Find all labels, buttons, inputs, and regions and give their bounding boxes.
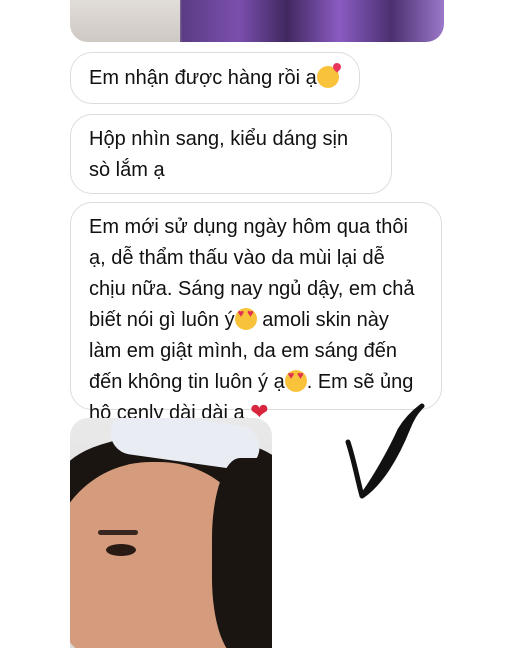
message-fragment: đến không tin luôn ý ạ	[89, 371, 285, 393]
message-line: đến không tin luôn ý ạ . Em sẽ ủng	[89, 367, 423, 398]
message-text: Hộp nhìn sang, kiểu dáng sịn sò lắm ạ	[89, 128, 349, 181]
message-bubble-1[interactable]: Em nhận được hàng rồi ạ	[70, 52, 360, 104]
message-bubble-3[interactable]: Em mới sử dụng ngày hôm qua thôi ạ, dễ t…	[70, 202, 442, 424]
message-fragment: . Em sẽ ủng	[306, 371, 414, 393]
message-fragment: amoli skin này	[256, 309, 389, 331]
heart-eyes-emoji-icon	[284, 370, 307, 392]
message-bubble-2[interactable]: Hộp nhìn sang, kiểu dáng sịn sò lắm ạ	[70, 114, 392, 194]
message-line: ạ, dễ thẩm thấu vào da mùi lại dễ	[89, 247, 385, 269]
message-line: làm em giật mình, da em sáng đến	[89, 340, 397, 362]
shared-photo-selfie[interactable]	[70, 418, 272, 648]
message-line: Em mới sử dụng ngày hôm qua thôi	[89, 216, 408, 238]
handwritten-check-mark	[345, 403, 425, 499]
shared-photo-flowers[interactable]	[70, 0, 444, 42]
heart-eyes-emoji-icon	[234, 308, 257, 330]
message-line: biết nói gì luôn ý amoli skin này	[89, 305, 423, 336]
message-text: Em nhận được hàng rồi ạ	[89, 67, 317, 89]
kissing-heart-emoji-icon	[316, 66, 339, 88]
message-fragment: biết nói gì luôn ý	[89, 309, 235, 331]
message-line: chịu nữa. Sáng nay ngủ dậy, em chả	[89, 278, 415, 300]
